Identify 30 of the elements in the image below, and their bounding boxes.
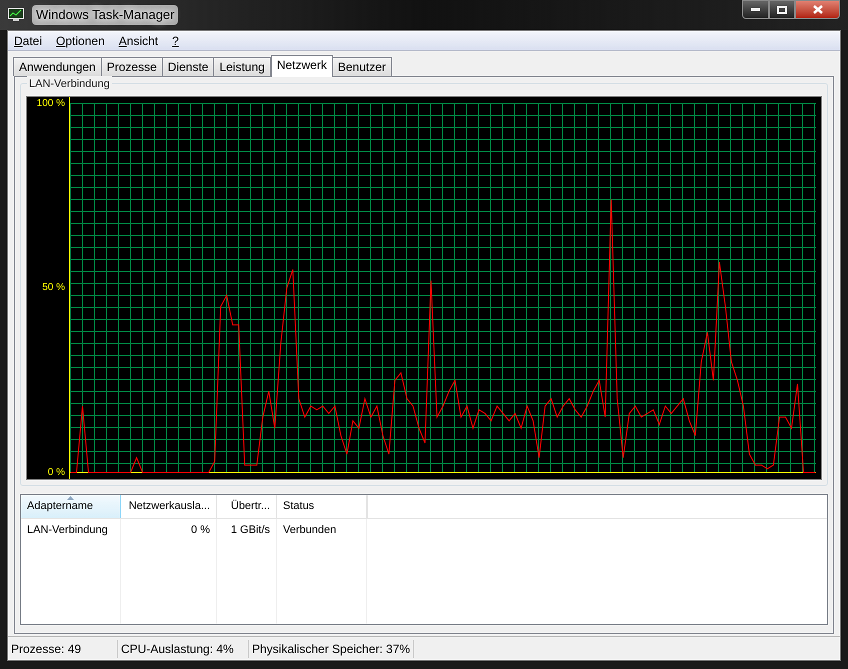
minimize-button[interactable] [742, 0, 769, 19]
status-text: Physikalischer Speicher: 37% [249, 640, 414, 658]
tab[interactable]: Dienste [162, 57, 214, 76]
menu-item[interactable]: Datei [14, 32, 42, 50]
tab[interactable]: Prozesse [100, 57, 163, 76]
graph-title: LAN-Verbindung [27, 76, 112, 92]
axis-label: 0 % [48, 466, 65, 478]
table-cell-text: 1 GBit/s [230, 522, 271, 538]
status-text: Prozesse: 49 [8, 640, 118, 658]
tab[interactable]: Netzwerk [270, 55, 333, 77]
tab[interactable]: Leistung [213, 57, 271, 76]
menu-item[interactable]: ? [172, 32, 179, 50]
close-button[interactable] [795, 0, 840, 19]
axis-label: 100 % [36, 98, 65, 110]
monitor-icon [8, 8, 24, 22]
table-cell-text: 0 % [190, 522, 211, 538]
menu-item[interactable]: Ansicht [118, 32, 158, 50]
close-icon [812, 5, 822, 14]
axis-label: 50 % [42, 282, 65, 294]
menu-item[interactable]: Optionen [56, 32, 105, 50]
table-cell-text: Verbunden [282, 522, 338, 538]
table-cell-text: LAN-Verbindung [26, 522, 109, 538]
status-text: CPU-Auslastung: 4% [118, 640, 249, 658]
minimize-icon [751, 8, 760, 11]
tab[interactable]: Anwendungen [13, 57, 102, 76]
sort-arrow-icon [67, 496, 74, 500]
maximize-button[interactable] [769, 0, 795, 19]
tab[interactable]: Benutzer [332, 57, 392, 76]
column-header[interactable]: Adaptername [21, 495, 121, 518]
maximize-icon [777, 6, 787, 14]
